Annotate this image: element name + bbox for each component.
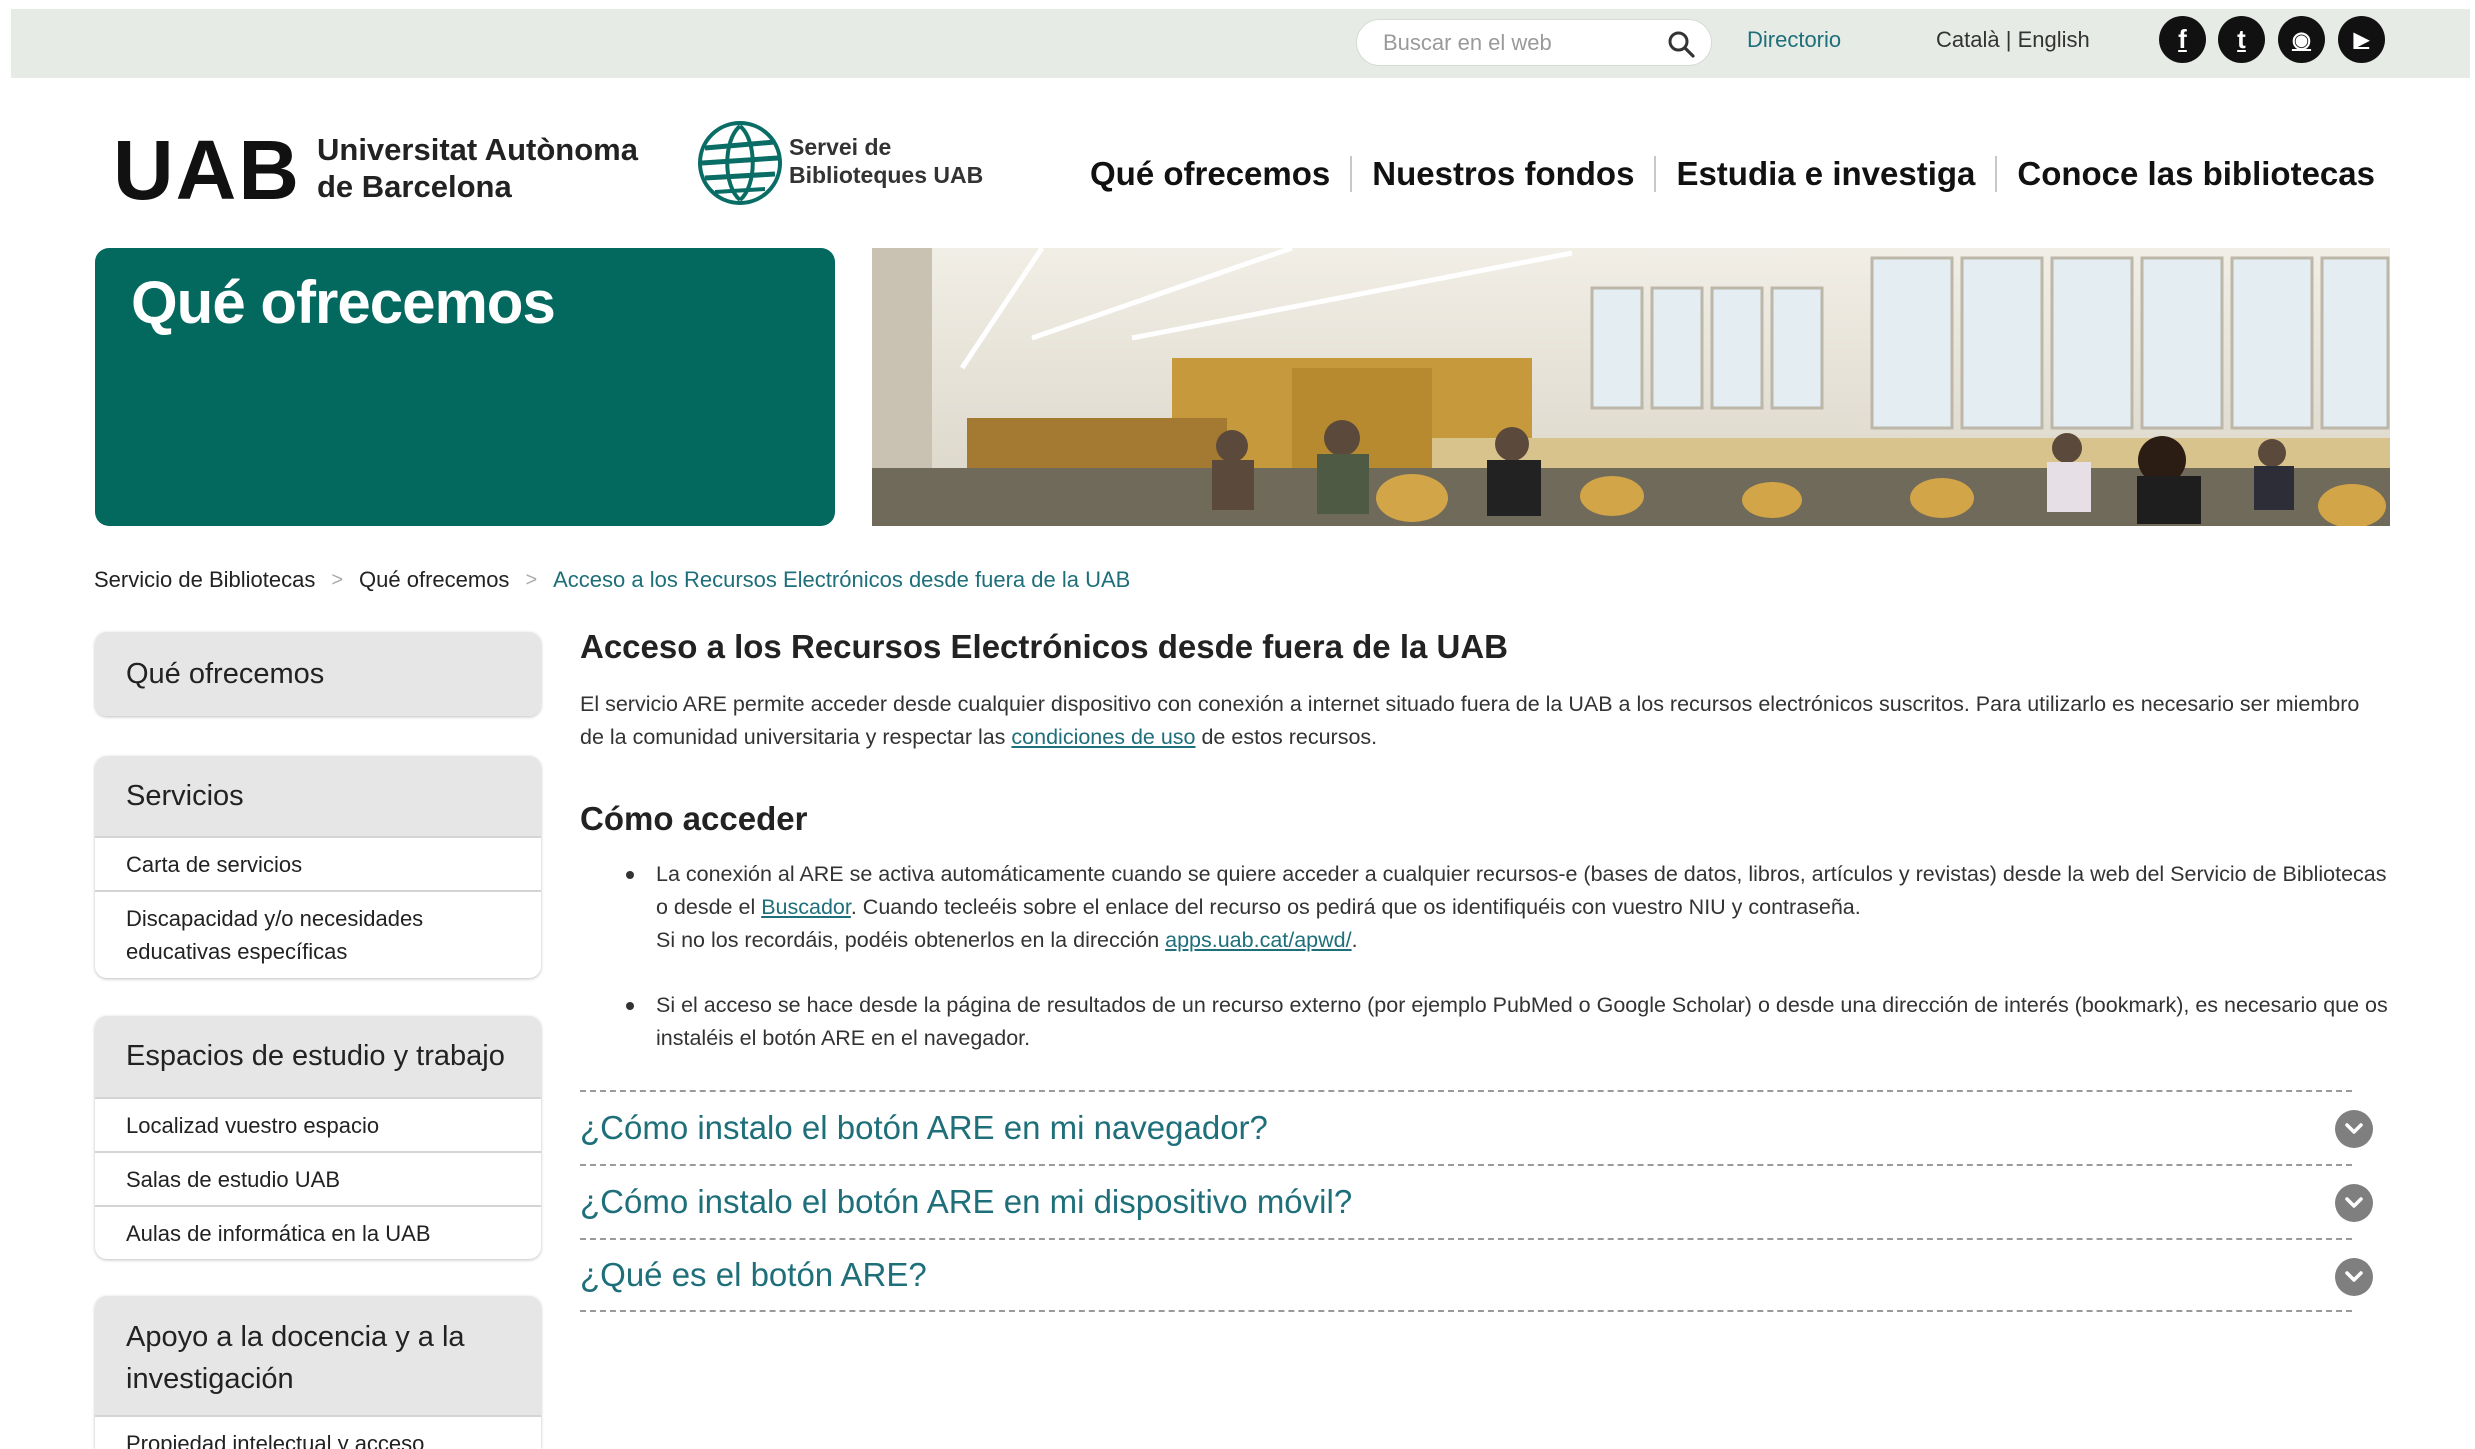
nav-conoce-las-bibliotecas[interactable]: Conoce las bibliotecas [2017, 155, 2375, 193]
conditions-of-use-link[interactable]: condiciones de uso [1011, 725, 1195, 749]
faq-question[interactable]: ¿Cómo instalo el botón ARE en mi disposi… [580, 1183, 1352, 1221]
hero-title: Qué ofrecemos [131, 269, 556, 336]
chevron-down-icon[interactable] [2335, 1258, 2373, 1296]
nav-divider [1654, 156, 1657, 192]
bullet-text: . [1351, 928, 1358, 952]
breadcrumb-item[interactable]: Servicio de Bibliotecas [94, 567, 315, 593]
bullet-marker [626, 871, 634, 879]
access-bullet-external: Si el acceso se hace desde la página de … [656, 993, 2388, 1050]
sidebar-section: Qué ofrecemos [95, 632, 541, 716]
lang-english-link[interactable]: English [2018, 27, 2090, 52]
breadcrumb-item[interactable]: Qué ofrecemos [359, 567, 509, 593]
hero-library-photo [872, 248, 2390, 526]
sidebar-item[interactable]: Localizad vuestro espacio [95, 1097, 541, 1151]
nav-nuestros-fondos[interactable]: Nuestros fondos [1372, 155, 1634, 193]
how-to-access-heading: Cómo acceder [580, 800, 808, 837]
sidebar-heading[interactable]: Espacios de estudio y trabajo [95, 1016, 541, 1097]
search-icon[interactable] [1667, 30, 1695, 58]
main-navigation: Qué ofrecemos Nuestros fondos Estudia e … [1090, 155, 2375, 193]
nav-estudia-e-investiga[interactable]: Estudia e investiga [1676, 155, 1975, 193]
breadcrumb-separator: > [525, 568, 538, 591]
library-name-line1: Servei de [789, 134, 892, 160]
access-bullet-auto: La conexión al ARE se activa automáticam… [656, 858, 2396, 957]
search-input[interactable] [1381, 29, 1651, 57]
faq-accordion: ¿Cómo instalo el botón ARE en mi navegad… [580, 1090, 2373, 1312]
sidebar-item[interactable]: Carta de servicios [95, 836, 541, 890]
faq-item-what-is[interactable]: ¿Qué es el botón ARE? [580, 1238, 2373, 1312]
sidebar-section: Espacios de estudio y trabajo Localizad … [95, 1016, 541, 1259]
nav-divider [1995, 156, 1998, 192]
uab-logo[interactable]: UAB [113, 128, 301, 212]
bullet-text: Si no los recordáis, podéis obtenerlos e… [656, 928, 1166, 952]
sidebar-section: Apoyo a la docencia y a la investigación… [95, 1296, 541, 1449]
sidebar-heading[interactable]: Qué ofrecemos [95, 632, 541, 716]
buscador-link[interactable]: Buscador [761, 895, 851, 919]
lang-separator: | [2005, 27, 2012, 52]
hero-title-box: Qué ofrecemos [95, 248, 835, 526]
university-name: Universitat Autònoma de Barcelona [317, 131, 638, 205]
intro-text: El servicio ARE permite acceder desde cu… [580, 692, 2360, 749]
sidebar-heading[interactable]: Apoyo a la docencia y a la investigación [95, 1296, 541, 1415]
directory-link[interactable]: Directorio [1747, 27, 1841, 53]
breadcrumb-current: Acceso a los Recursos Electrónicos desde… [553, 567, 1131, 592]
instagram-icon[interactable]: ◉ [2278, 16, 2325, 63]
sidebar-heading[interactable]: Servicios [95, 756, 541, 836]
search-box [1356, 19, 1712, 66]
faq-item-mobile[interactable]: ¿Cómo instalo el botón ARE en mi disposi… [580, 1164, 2373, 1238]
top-utility-bar: Directorio Català | English f t ◉ ▶ [11, 9, 2470, 78]
lang-catala-link[interactable]: Català [1936, 27, 2000, 52]
breadcrumb: Servicio de Bibliotecas > Qué ofrecemos … [94, 567, 1130, 593]
language-switcher: Català | English [1936, 27, 2090, 53]
university-name-line1: Universitat Autònoma [317, 132, 638, 167]
library-logo-icon[interactable] [697, 120, 783, 206]
breadcrumb-separator: > [331, 568, 344, 591]
sidebar-section: Servicios Carta de servicios Discapacida… [95, 756, 541, 978]
library-name-line2: Biblioteques UAB [789, 162, 984, 188]
intro-text-end: de estos recursos. [1195, 725, 1378, 749]
chevron-down-icon[interactable] [2335, 1110, 2373, 1148]
faq-question[interactable]: ¿Qué es el botón ARE? [580, 1256, 927, 1294]
bullet-marker [626, 1002, 634, 1010]
university-name-line2: de Barcelona [317, 169, 512, 204]
sidebar-item[interactable]: Salas de estudio UAB [95, 1151, 541, 1205]
bullet-text: . Cuando tecleéis sobre el enlace del re… [850, 895, 1861, 919]
page-title: Acceso a los Recursos Electrónicos desde… [580, 628, 1509, 665]
nav-divider [1350, 156, 1353, 192]
intro-paragraph: El servicio ARE permite acceder desde cu… [580, 688, 2385, 754]
chevron-down-icon[interactable] [2335, 1184, 2373, 1222]
faq-question[interactable]: ¿Cómo instalo el botón ARE en mi navegad… [580, 1109, 1268, 1147]
faq-item-browser[interactable]: ¿Cómo instalo el botón ARE en mi navegad… [580, 1090, 2373, 1164]
library-service-name: Servei de Biblioteques UAB [789, 133, 983, 189]
apwd-link[interactable]: apps.uab.cat/apwd/ [1165, 928, 1351, 952]
twitter-icon[interactable]: t [2218, 16, 2265, 63]
youtube-icon[interactable]: ▶ [2338, 16, 2385, 63]
nav-que-ofrecemos[interactable]: Qué ofrecemos [1090, 155, 1330, 193]
sidebar-item[interactable]: Discapacidad y/o necesidades educativas … [95, 890, 541, 978]
sidebar-item[interactable]: Propiedad intelectual y acceso [95, 1415, 541, 1449]
sidebar-item[interactable]: Aulas de informática en la UAB [95, 1205, 541, 1259]
facebook-icon[interactable]: f [2159, 16, 2206, 63]
